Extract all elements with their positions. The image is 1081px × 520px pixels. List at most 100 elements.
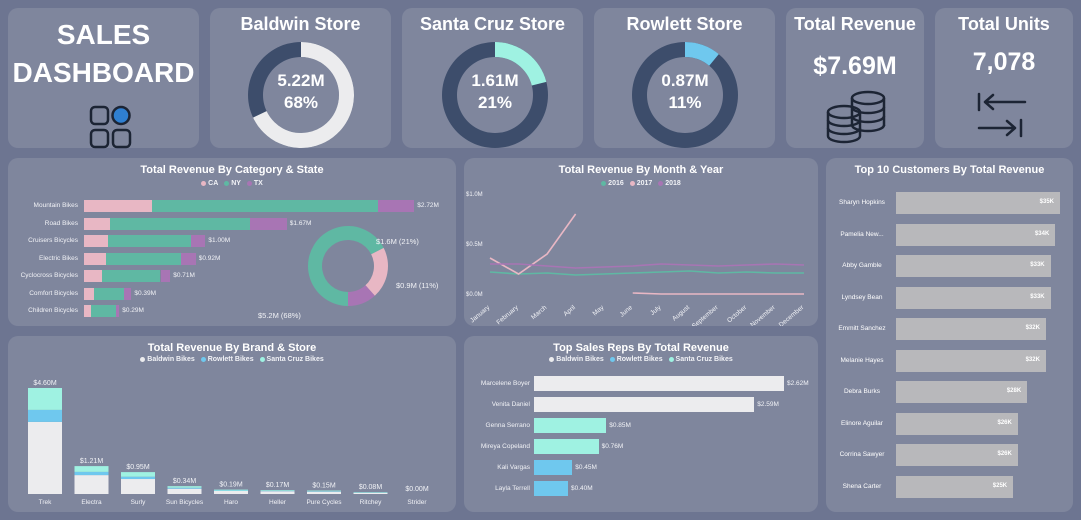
customer-row[interactable]: Shena Carter $25K: [832, 475, 1067, 498]
legend-item[interactable]: 2018: [658, 180, 681, 187]
brand-bar-segment[interactable]: [167, 487, 202, 489]
legend-item[interactable]: Rowlett Bikes: [200, 356, 254, 363]
customer-row[interactable]: Abby Gamble $33K: [832, 255, 1067, 277]
brand-label: Ritchey: [360, 499, 382, 506]
category-bar-segment[interactable]: [115, 305, 120, 317]
brand-bar-segment[interactable]: [74, 471, 109, 476]
sales-rep-bar[interactable]: [534, 481, 568, 496]
category-bar-segment[interactable]: [102, 270, 161, 282]
customer-bar[interactable]: $34K: [896, 223, 1056, 246]
sales-rep-bar[interactable]: [534, 460, 573, 475]
brand-bar-segment[interactable]: [28, 409, 62, 422]
customer-row[interactable]: Pamelia New... $34K: [832, 223, 1067, 246]
category-bar-segment[interactable]: [109, 217, 251, 230]
brand-bar-segment[interactable]: [260, 491, 295, 494]
customer-row[interactable]: Elinore Aguilar $26K: [832, 412, 1067, 435]
brand-bar-segment[interactable]: [121, 479, 155, 494]
category-bar-segment[interactable]: [105, 252, 182, 265]
category-label: Road Bikes: [44, 219, 78, 227]
category-bar-segment[interactable]: [84, 252, 106, 265]
brand-bar-segment[interactable]: [167, 488, 202, 494]
customer-bar[interactable]: $32K: [896, 318, 1046, 340]
brand-bar-segment[interactable]: [28, 388, 62, 410]
customer-name: Melanie Hayes: [840, 356, 884, 364]
customer-row[interactable]: Emmitt Sanchez $32K: [832, 318, 1067, 340]
series-line[interactable]: [489, 213, 804, 295]
sales-rep-bar[interactable]: [534, 418, 607, 433]
legend-item[interactable]: Rowlett Bikes: [609, 356, 663, 363]
brand-bar-segment[interactable]: [307, 491, 341, 494]
kpi-value: 7,078: [972, 48, 1036, 76]
brand-store-card: Total Revenue By Brand & Store Baldwin B…: [8, 336, 456, 512]
category-bar-segment[interactable]: [84, 217, 110, 230]
category-bar-segment[interactable]: [108, 235, 191, 247]
customer-bar[interactable]: $33K: [896, 286, 1051, 309]
legend-item[interactable]: 2017: [629, 180, 653, 187]
category-bar-segment[interactable]: [93, 287, 125, 300]
brand-bar-segment[interactable]: [307, 490, 341, 492]
brand-label: Haro: [224, 499, 238, 506]
legend-item[interactable]: NY: [224, 180, 241, 187]
customer-bar[interactable]: $33K: [896, 255, 1051, 277]
brand-bar-segment[interactable]: [167, 486, 202, 488]
legend-item[interactable]: TX: [246, 180, 263, 187]
customer-row[interactable]: Sharyn Hopkins $35K: [832, 192, 1067, 214]
brand-bar-segment[interactable]: [260, 490, 295, 491]
customer-row[interactable]: Corrina Sawyer $26K: [832, 444, 1067, 466]
brand-bar-segment[interactable]: [353, 492, 388, 494]
legend-item[interactable]: Santa Cruz Bikes: [259, 356, 324, 363]
brand-bar-segment[interactable]: [28, 421, 62, 494]
legend-item[interactable]: 2016: [601, 180, 624, 187]
legend-label: CA: [208, 180, 219, 187]
category-total-label: $1.00M: [208, 237, 231, 244]
legend-item[interactable]: CA: [201, 180, 218, 187]
store-title: Santa Cruz Store: [419, 14, 566, 34]
legend-label: Santa Cruz Bikes: [266, 356, 324, 363]
customer-bar[interactable]: $26K: [896, 444, 1018, 466]
customer-bar[interactable]: $35K: [896, 192, 1060, 214]
sales-rep-bar[interactable]: [534, 397, 755, 412]
legend-item[interactable]: Santa Cruz Bikes: [668, 356, 733, 363]
customer-row[interactable]: Melanie Hayes $32K: [832, 349, 1067, 372]
brand-bar-segment[interactable]: [121, 472, 155, 477]
sales-rep-bar[interactable]: [534, 439, 599, 454]
santa-cruz-store-card: Santa Cruz Store 1.61M 21%: [402, 8, 583, 148]
sales-rep-bar[interactable]: [534, 376, 784, 391]
category-bar-segment[interactable]: [152, 200, 378, 212]
category-bar-segment[interactable]: [181, 252, 196, 265]
sales-rep-label: Mireya Copeland: [480, 443, 530, 450]
month-year-card: Total Revenue By Month & Year 2016 2017 …: [464, 158, 818, 326]
category-bar-segment[interactable]: [84, 235, 109, 247]
series-line[interactable]: [489, 270, 804, 276]
sales-rep-label: Genna Serrano: [485, 422, 530, 429]
category-bar-segment[interactable]: [91, 305, 116, 317]
state-donut-chart: $5.2M (68%) $1.6M (21%) $0.9M (11%): [258, 226, 439, 320]
customer-bar[interactable]: $26K: [896, 412, 1018, 435]
category-bar-segment[interactable]: [84, 287, 94, 300]
customer-bar[interactable]: $32K: [896, 349, 1046, 372]
brand-bar-segment[interactable]: [214, 489, 248, 491]
grid-apps-icon[interactable]: [88, 104, 134, 150]
customer-row[interactable]: Lyndsey Bean $33K: [832, 286, 1067, 309]
category-bar-segment[interactable]: [84, 200, 152, 212]
category-bar-segment[interactable]: [377, 200, 415, 212]
category-bar-segment[interactable]: [84, 270, 103, 282]
legend-item[interactable]: Baldwin Bikes: [549, 356, 604, 363]
brand-bar-segment[interactable]: [74, 466, 109, 472]
category-bar-segment[interactable]: [84, 305, 92, 317]
brand-bar-segment[interactable]: [74, 475, 109, 494]
customer-bar[interactable]: $28K: [896, 381, 1028, 403]
brand-bar-segment[interactable]: [121, 476, 155, 480]
brand-bar-segment[interactable]: [214, 491, 248, 494]
legend-label: 2017: [636, 180, 653, 187]
category-bar-segment[interactable]: [124, 287, 132, 300]
category-bar-segment[interactable]: [190, 235, 206, 247]
customer-bar[interactable]: $25K: [896, 475, 1014, 498]
category-bar-segment[interactable]: [160, 270, 171, 282]
chart-legend: CA NY TX: [8, 180, 456, 187]
legend-item[interactable]: Baldwin Bikes: [140, 356, 195, 363]
y-tick-label: $0.0M: [466, 292, 483, 298]
series-line[interactable]: [490, 263, 805, 269]
customer-row[interactable]: Debra Burks $28K: [832, 381, 1067, 403]
state-donut-slice[interactable]: [365, 247, 388, 296]
